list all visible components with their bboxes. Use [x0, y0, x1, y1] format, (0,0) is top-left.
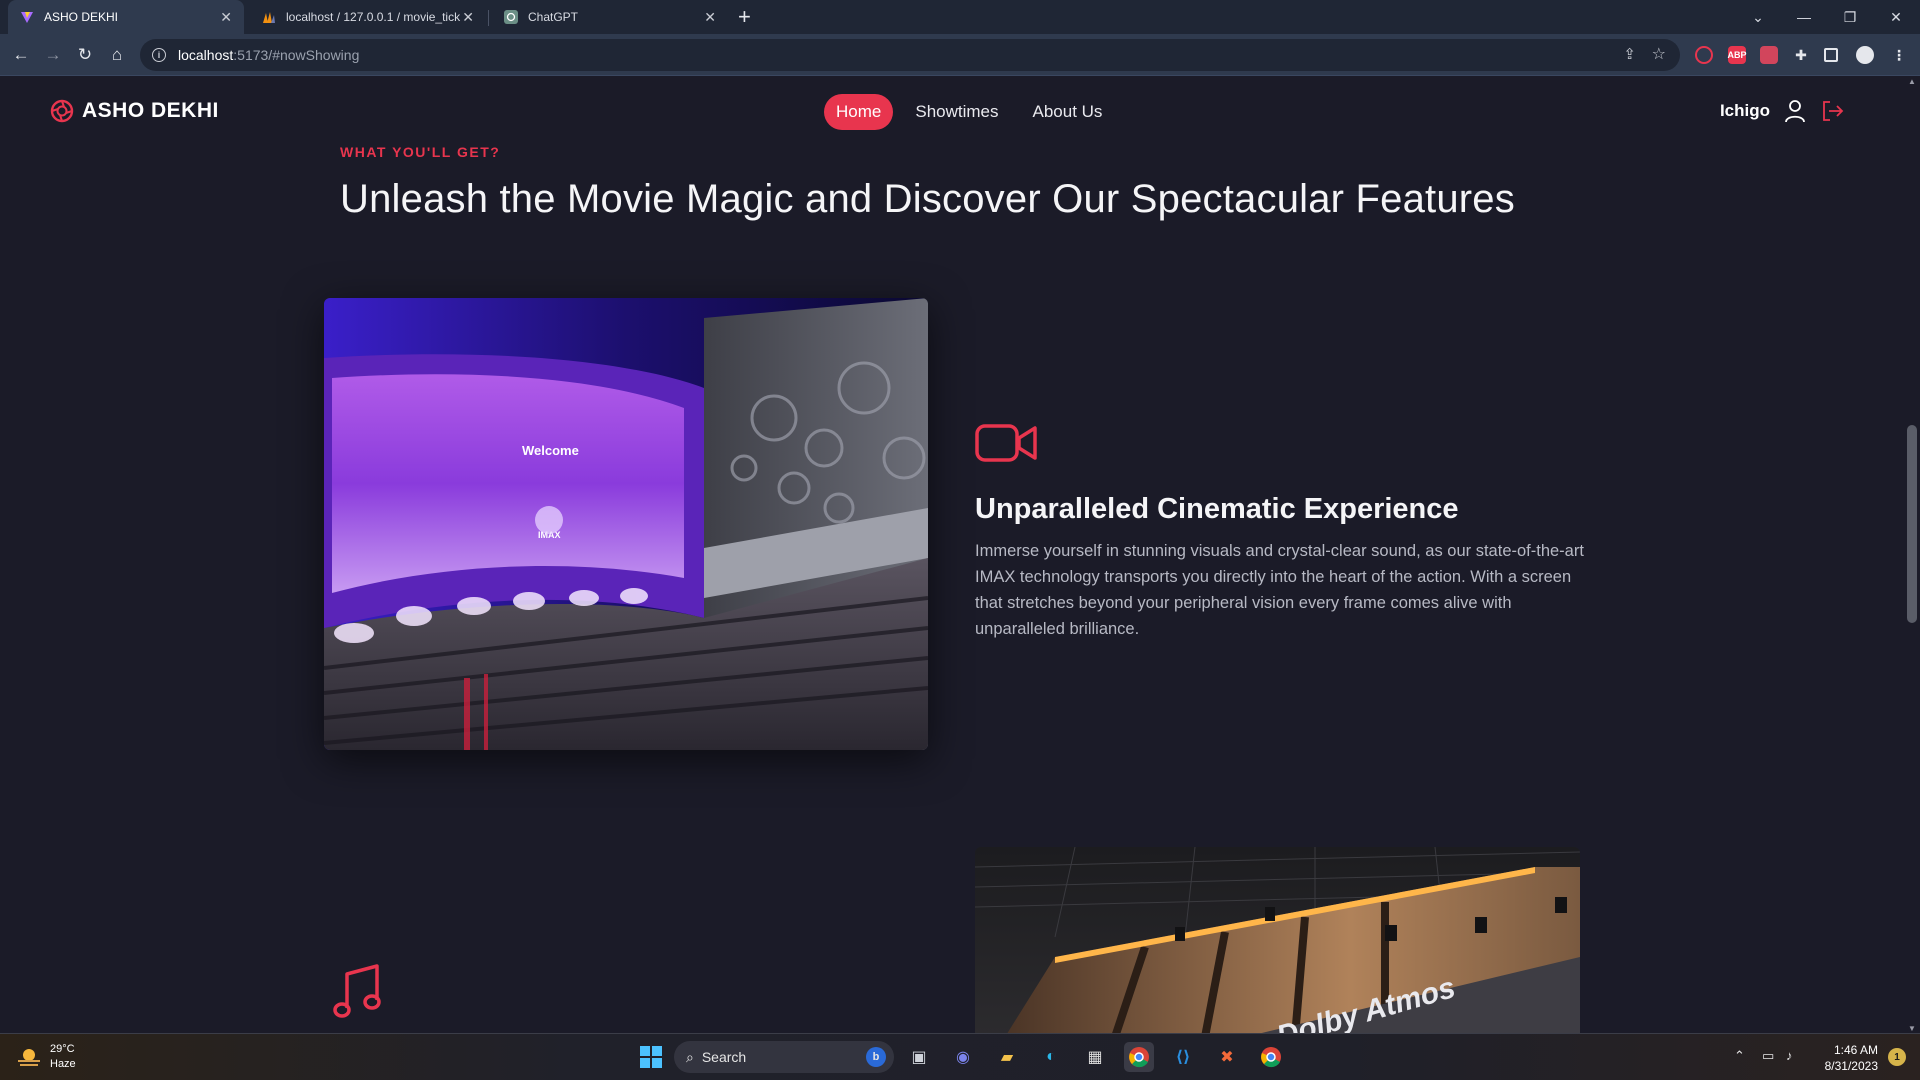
chrome-profile-icon[interactable]	[1256, 1042, 1286, 1072]
microsoft-store-icon[interactable]: ▦	[1080, 1042, 1110, 1072]
restore-button[interactable]: ❐	[1828, 0, 1872, 34]
bing-icon[interactable]: b	[866, 1047, 886, 1067]
user-area: Ichigo	[1720, 99, 1844, 123]
weather-widget[interactable]: 29°C Haze	[16, 1042, 76, 1072]
chatgpt-icon	[504, 10, 518, 24]
clock-time: 1:46 AM	[1833, 1043, 1878, 1057]
browser-toolbar: ← → ↻ ⌂ i localhost:5173/#nowShowing ⇪ ☆…	[0, 34, 1920, 76]
tab-separator	[488, 10, 489, 26]
close-tab-icon[interactable]: ✕	[462, 9, 474, 26]
user-profile-icon[interactable]	[1784, 99, 1806, 123]
imax-theater-image: Welcome IMAX	[324, 298, 928, 750]
home-icon[interactable]: ⌂	[104, 42, 130, 68]
feature-description: Immerse yourself in stunning visuals and…	[975, 542, 1584, 638]
section-headline: Unleash the Movie Magic and Discover Our…	[340, 177, 1515, 221]
tab-search-chevron-icon[interactable]: ⌄	[1736, 0, 1780, 34]
music-note-icon	[333, 964, 381, 1018]
phpmyadmin-icon	[263, 12, 275, 23]
taskbar-search[interactable]: ⌕ Search b	[674, 1041, 894, 1073]
bookmark-star-icon[interactable]: ☆	[1652, 44, 1666, 64]
nav-about-us[interactable]: About Us	[1021, 94, 1115, 130]
notification-count: 1	[1894, 1051, 1900, 1063]
url-path: :5173/#nowShowing	[233, 47, 360, 63]
image-text-welcome: Welcome	[522, 443, 579, 458]
nav-home[interactable]: Home	[824, 94, 894, 130]
volume-icon[interactable]: ♪	[1786, 1048, 1793, 1063]
back-arrow-icon[interactable]: ←	[8, 42, 34, 68]
notification-badge[interactable]: 1	[1888, 1048, 1906, 1066]
feature-cinematic-experience: Unparalleled Cinematic Experience Immers…	[975, 422, 1595, 642]
close-tab-icon[interactable]: ✕	[220, 9, 232, 26]
extension-record-icon[interactable]	[1695, 46, 1713, 64]
reload-icon[interactable]: ↻	[72, 42, 98, 68]
page-viewport: ASHO DEKHI Home Showtimes About Us Ichig…	[0, 77, 1920, 1033]
new-tab-button[interactable]: +	[738, 4, 751, 30]
tab-title: ChatGPT	[528, 10, 579, 24]
show-hidden-icons-chevron[interactable]: ⌃	[1734, 1048, 1745, 1064]
main-menu: Home Showtimes About Us	[824, 94, 1114, 130]
profile-avatar[interactable]	[1856, 46, 1874, 64]
edge-browser-icon[interactable]: ◐	[1036, 1042, 1066, 1072]
task-view-icon[interactable]: ▣	[904, 1042, 934, 1072]
adblock-plus-icon[interactable]: ABP	[1728, 46, 1747, 64]
tab-title: localhost / 127.0.0.1 / movie_tick	[286, 10, 461, 24]
film-reel-icon	[50, 99, 74, 123]
video-camera-icon	[975, 424, 1037, 462]
brand-name: ASHO DEKHI	[82, 99, 219, 122]
network-icon[interactable]: ▭	[1762, 1048, 1774, 1064]
site-navbar: ASHO DEKHI Home Showtimes About Us Ichig…	[0, 77, 1904, 147]
browser-tab-chatgpt[interactable]: ChatGPT ✕	[492, 0, 728, 34]
side-panel-icon[interactable]	[1824, 48, 1838, 62]
extension-puzzle-red-icon[interactable]	[1760, 46, 1778, 64]
search-placeholder: Search	[701, 1049, 747, 1065]
weather-temperature: 29°C	[50, 1043, 75, 1055]
windows-taskbar: 29°C Haze ⌕ Search b ▣ ◉ ▰ ◐ ▦ ⟨⟩ ✖ ⌃ ▭ …	[0, 1033, 1920, 1080]
browser-menu-icon[interactable]: ⋮	[1890, 46, 1908, 64]
vscode-icon[interactable]: ⟨⟩	[1168, 1042, 1198, 1072]
dolby-atmos-hall-image: Dolby Atmos	[975, 847, 1580, 1033]
windows-start-icon[interactable]	[636, 1042, 666, 1072]
chrome-icon[interactable]	[1124, 1042, 1154, 1072]
username[interactable]: Ichigo	[1720, 101, 1770, 121]
system-clock[interactable]: 1:46 AM 8/31/2023	[1825, 1042, 1878, 1074]
file-explorer-icon[interactable]: ▰	[992, 1042, 1022, 1072]
address-bar[interactable]: i localhost:5173/#nowShowing ⇪ ☆	[140, 39, 1680, 71]
sun-haze-icon	[18, 1049, 40, 1066]
section-eyebrow: WHAT YOU'LL GET?	[340, 144, 501, 160]
page-scrollbar[interactable]: ▲ ▼	[1904, 77, 1920, 1033]
clock-date: 8/31/2023	[1824, 1059, 1878, 1073]
extensions-puzzle-icon[interactable]: ✚	[1792, 46, 1810, 64]
close-window-button[interactable]: ✕	[1874, 0, 1918, 34]
feature-title: Unparalleled Cinematic Experience	[975, 493, 1459, 525]
minimize-button[interactable]: —	[1782, 0, 1826, 34]
xampp-icon[interactable]: ✖	[1212, 1042, 1242, 1072]
browser-tab-asho-dekhi[interactable]: ASHO DEKHI ✕	[8, 0, 244, 34]
site-info-icon[interactable]: i	[152, 48, 166, 62]
vite-logo-icon	[21, 12, 33, 23]
weather-condition: Haze	[50, 1058, 76, 1070]
teams-chat-icon[interactable]: ◉	[948, 1042, 978, 1072]
tab-title: ASHO DEKHI	[44, 10, 119, 24]
search-icon: ⌕	[686, 1048, 694, 1065]
site-logo[interactable]: ASHO DEKHI	[50, 99, 219, 123]
share-icon[interactable]: ⇪	[1623, 45, 1636, 63]
browser-tab-strip: ASHO DEKHI ✕ localhost / 127.0.0.1 / mov…	[0, 0, 1920, 34]
close-tab-icon[interactable]: ✕	[704, 9, 716, 26]
browser-tab-phpmyadmin[interactable]: localhost / 127.0.0.1 / movie_tick ✕	[250, 0, 486, 34]
forward-arrow-icon[interactable]: →	[40, 42, 66, 68]
logout-icon[interactable]	[1820, 99, 1844, 123]
url-host: localhost	[178, 47, 234, 63]
scrollbar-thumb[interactable]	[1907, 425, 1917, 623]
nav-showtimes[interactable]: Showtimes	[903, 94, 1010, 130]
